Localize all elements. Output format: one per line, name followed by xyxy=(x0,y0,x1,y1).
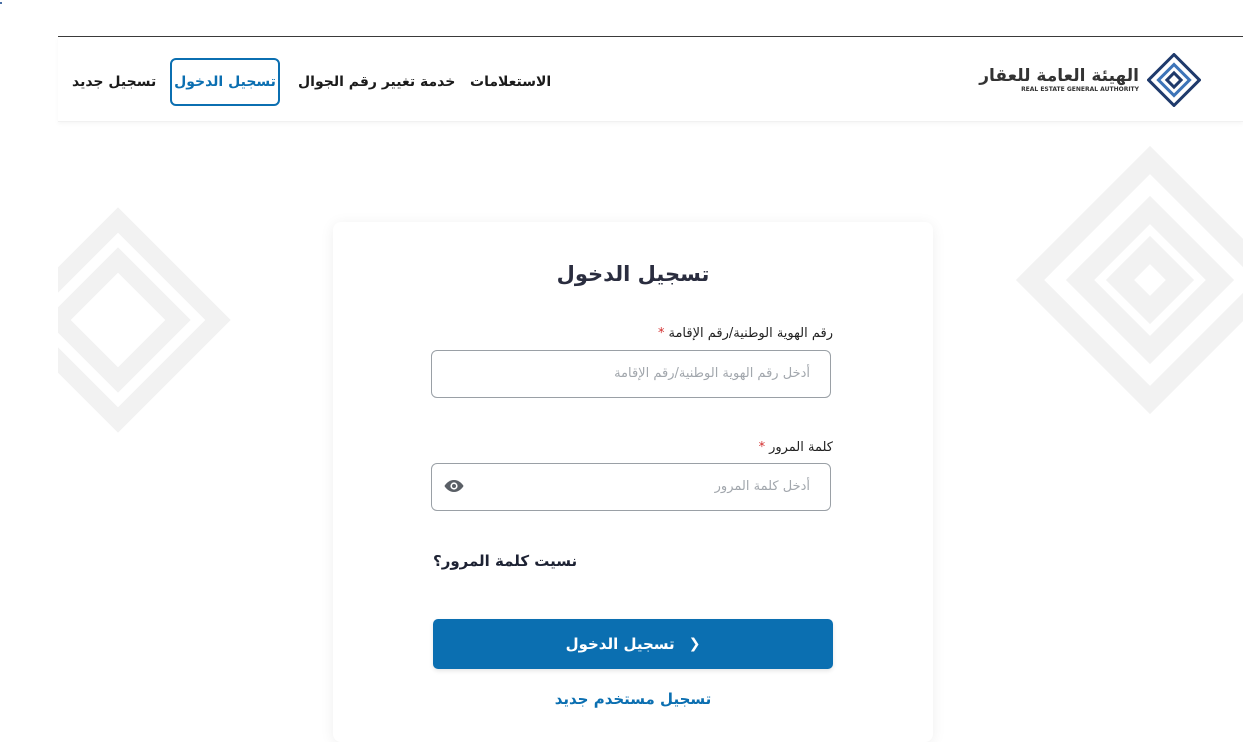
nav-inquiries[interactable]: الاستعلامات xyxy=(470,57,551,107)
rega-logo-icon xyxy=(1147,53,1201,107)
id-label: رقم الهوية الوطنية/رقم الإقامة* xyxy=(658,326,833,341)
required-mark: * xyxy=(657,326,665,341)
login-card: تسجيل الدخول رقم الهوية الوطنية/رقم الإق… xyxy=(333,222,933,742)
id-placeholder: أدخل رقم الهوية الوطنية/رقم الإقامة xyxy=(614,366,810,381)
logo-name-en: REAL ESTATE GENERAL AUTHORITY xyxy=(1021,86,1139,93)
chevron-left-icon: ❯ xyxy=(688,636,701,652)
site-logo[interactable]: الهيئة العامة للعقار REAL ESTATE GENERAL… xyxy=(979,53,1201,107)
password-placeholder: أدخل كلمة المرور xyxy=(714,479,810,494)
logo-name-ar: الهيئة العامة للعقار xyxy=(979,66,1139,86)
site-header: تسجيل جديد تسجيل الدخول خدمة تغيير رقم ا… xyxy=(58,37,1243,122)
nav-register[interactable]: تسجيل جديد xyxy=(72,57,156,107)
required-mark: * xyxy=(758,440,766,455)
login-submit-label: تسجيل الدخول xyxy=(565,635,675,653)
password-input[interactable]: أدخل كلمة المرور xyxy=(431,463,831,511)
background-pattern-right xyxy=(1015,145,1243,415)
id-input[interactable]: أدخل رقم الهوية الوطنية/رقم الإقامة xyxy=(431,350,831,398)
forgot-password-link[interactable]: نسيت كلمة المرور؟ xyxy=(433,552,577,570)
password-label: كلمة المرور* xyxy=(759,440,833,455)
corner-dot xyxy=(0,2,2,4)
logo-text: الهيئة العامة للعقار REAL ESTATE GENERAL… xyxy=(979,66,1139,94)
id-label-text: رقم الهوية الوطنية/رقم الإقامة xyxy=(668,326,833,341)
background-pattern-left xyxy=(58,207,231,433)
login-submit-button[interactable]: تسجيل الدخول ❯ xyxy=(433,619,833,669)
nav-change-mobile[interactable]: خدمة تغيير رقم الجوال xyxy=(298,57,455,107)
nav-login[interactable]: تسجيل الدخول xyxy=(170,58,280,106)
login-title: تسجيل الدخول xyxy=(556,262,710,286)
new-user-link[interactable]: تسجيل مستخدم جديد xyxy=(333,690,933,708)
eye-icon[interactable] xyxy=(444,478,464,494)
password-label-text: كلمة المرور xyxy=(769,440,833,455)
